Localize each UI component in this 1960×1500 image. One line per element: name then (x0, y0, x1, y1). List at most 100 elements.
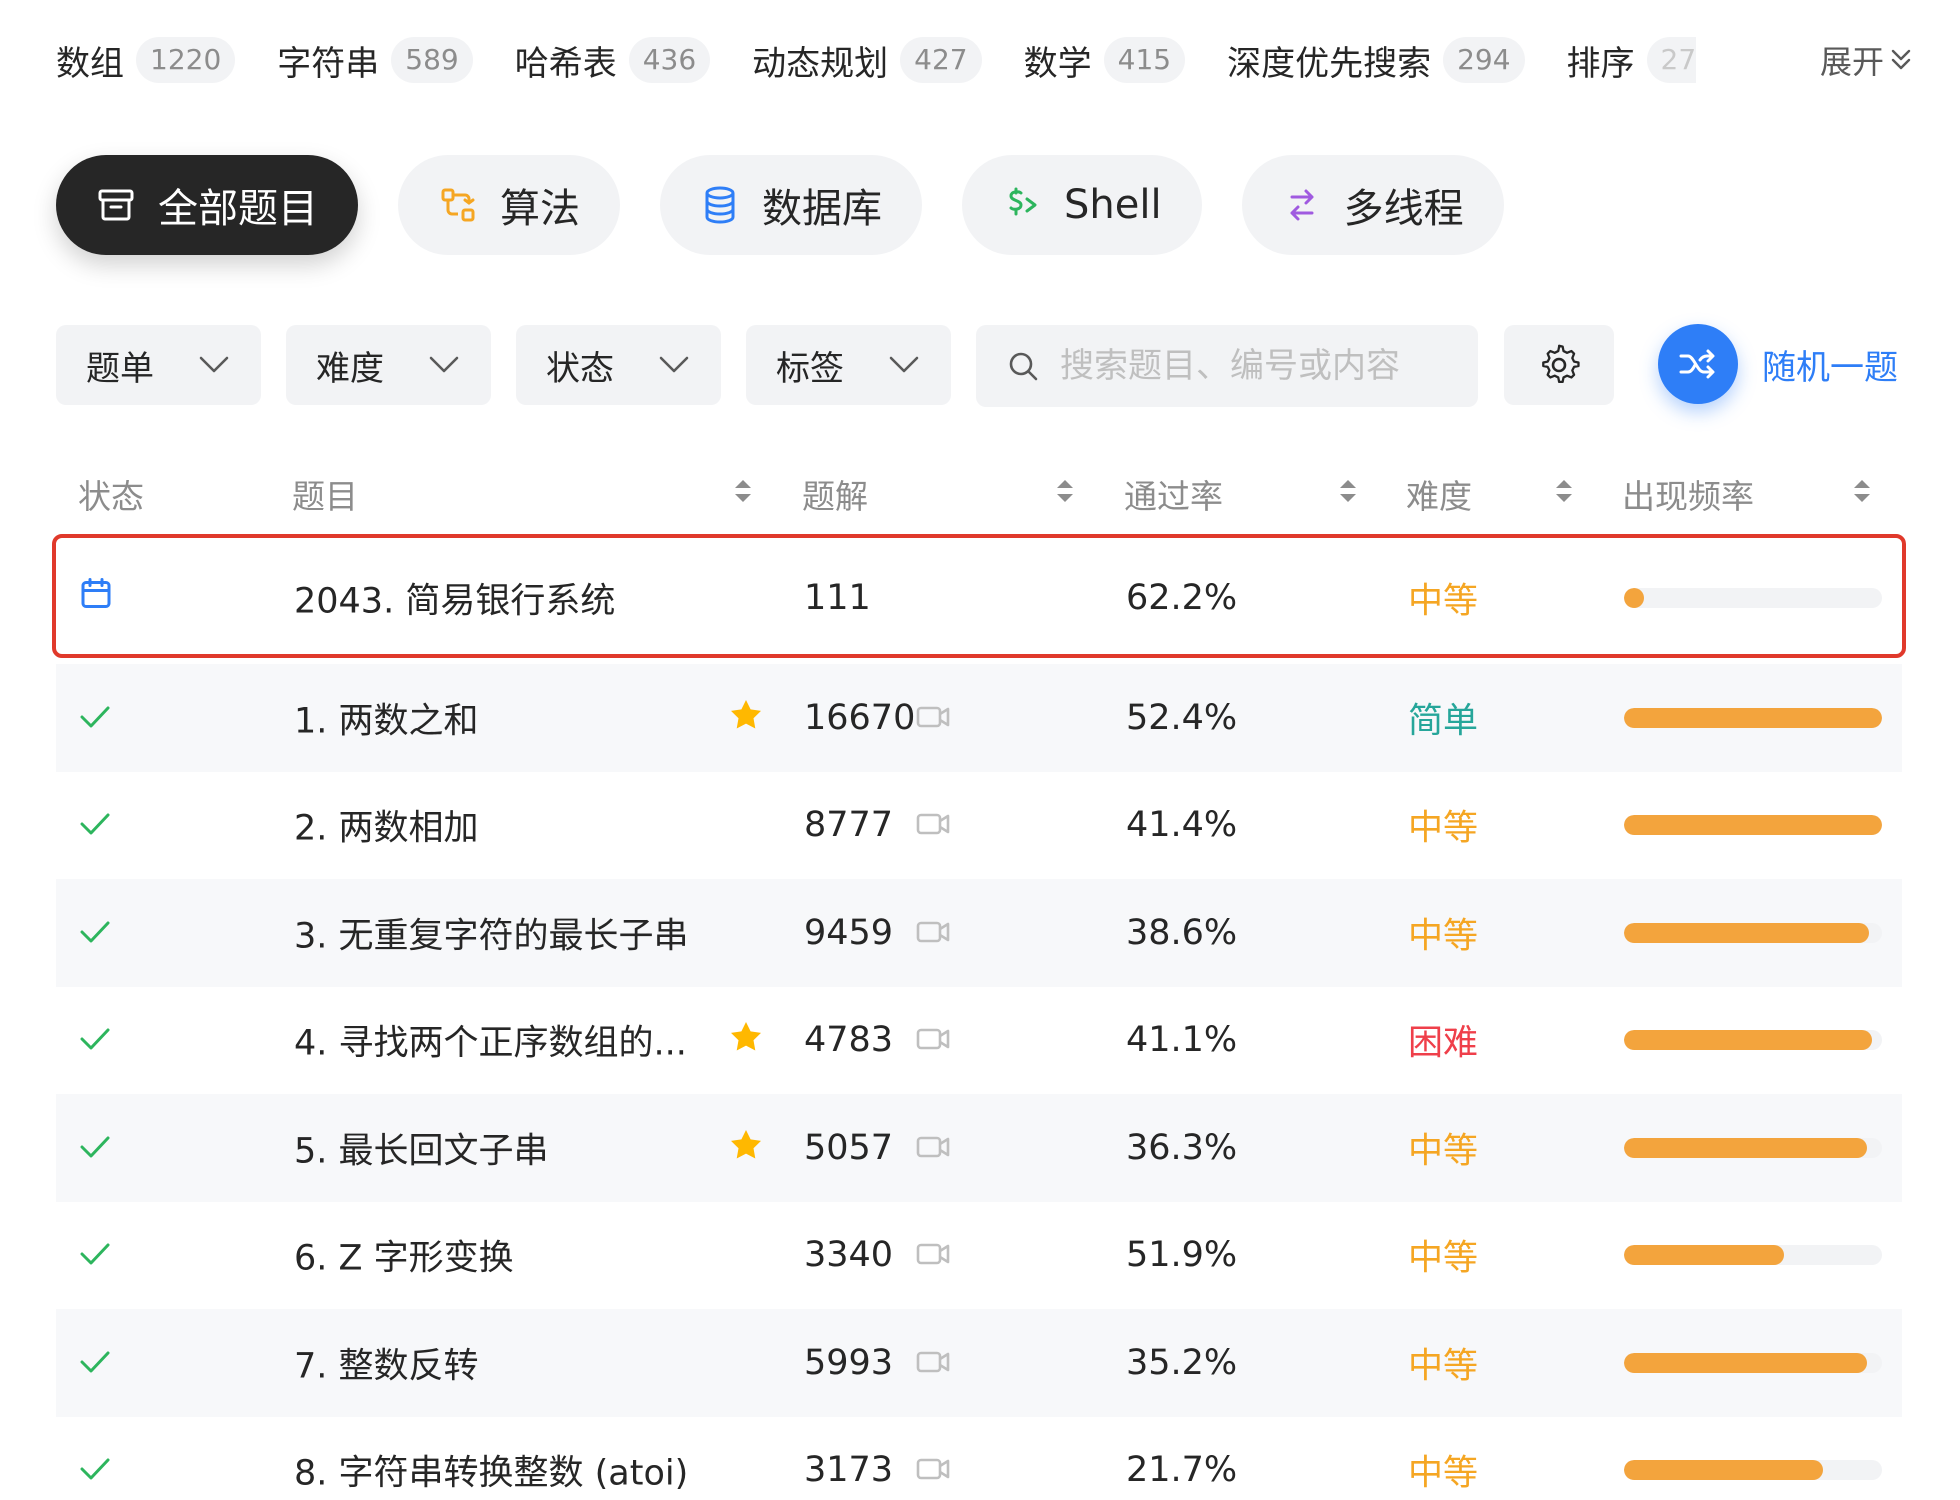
frequency-bar (1624, 1030, 1882, 1051)
table-row[interactable]: 8. 字符串转换整数 (atoi) 3173 21.7% 中等 (56, 1417, 1902, 1500)
video-icon[interactable] (916, 1128, 950, 1168)
tag-item[interactable]: 字符串 589 (277, 36, 473, 85)
acceptance-rate: 41.1% (1126, 1020, 1238, 1061)
problem-title-link[interactable]: 7. 整数反转 (294, 1337, 479, 1388)
check-icon (80, 698, 110, 738)
difficulty-label: 中等 (1408, 1346, 1479, 1387)
problem-title-link[interactable]: 2. 两数相加 (294, 800, 479, 851)
solution-count[interactable]: 111 (804, 578, 871, 618)
tag-count-badge: 436 (628, 37, 711, 83)
tag-item[interactable]: 数组 1220 (56, 36, 236, 85)
tab-all-problems[interactable]: 全部题目 (56, 155, 358, 255)
column-frequency[interactable]: 出现频率 (1622, 470, 1754, 518)
problem-title-link[interactable]: 8. 字符串转换整数 (atoi) (294, 1445, 688, 1496)
table-row[interactable]: 7. 整数反转 5993 35.2% 中等 (56, 1309, 1902, 1417)
tag-count-badge: 1220 (136, 37, 236, 83)
tag-item[interactable]: 数学 415 (1024, 36, 1186, 85)
problem-title-link[interactable]: 3. 无重复字符的最长子串 (294, 907, 689, 958)
tab-label: Shell (1064, 182, 1162, 228)
video-icon[interactable] (916, 1343, 950, 1383)
video-icon[interactable] (916, 805, 950, 845)
sort-icon[interactable] (1338, 478, 1358, 504)
acceptance-rate: 21.7% (1126, 1450, 1238, 1491)
tab-algorithms[interactable]: 算法 (398, 155, 620, 255)
table-header: 状态 题目 题解 通过率 难度 出现频率 (56, 460, 1902, 520)
difficulty-label: 中等 (1408, 581, 1479, 622)
check-icon (80, 1020, 110, 1060)
table-row[interactable]: 2043. 简易银行系统 111 62.2% 中等 (56, 536, 1902, 660)
problem-title-link[interactable]: 6. Z 字形变换 (294, 1230, 514, 1281)
table-row[interactable]: 1. 两数之和 16670 52.4% 简单 (56, 664, 1902, 772)
solution-count[interactable]: 4783 (804, 1020, 893, 1060)
video-icon[interactable] (916, 698, 950, 738)
frequency-bar-fill (1624, 1245, 1784, 1266)
column-acceptance[interactable]: 通过率 (1124, 470, 1223, 518)
tab-shell[interactable]: Shell (962, 155, 1202, 255)
tag-item[interactable]: 哈希表 436 (515, 36, 711, 85)
table-row[interactable]: 6. Z 字形变换 3340 51.9% 中等 (56, 1202, 1902, 1310)
table-row[interactable]: 2. 两数相加 8777 41.4% 中等 (56, 772, 1902, 880)
video-icon[interactable] (916, 1020, 950, 1060)
table-row[interactable]: 4. 寻找两个正序数组的... 4783 41.1% 困难 (56, 987, 1902, 1095)
chevron-down-icon (199, 356, 229, 373)
sort-icon[interactable] (733, 478, 753, 504)
tag-item[interactable]: 排序 27 (1567, 36, 1697, 85)
frequency-bar (1624, 1460, 1882, 1481)
random-problem-button[interactable]: 随机一题 (1658, 324, 1898, 404)
tags-dropdown[interactable]: 标签 (746, 325, 951, 405)
problem-title-link[interactable]: 1. 两数之和 (294, 692, 479, 743)
difficulty-dropdown[interactable]: 难度 (286, 325, 491, 405)
frequency-bar-fill (1624, 707, 1882, 728)
expand-tags-button[interactable]: 展开 (1815, 28, 1912, 92)
search-input[interactable] (1060, 346, 1460, 386)
tab-multithreading[interactable]: 多线程 (1241, 155, 1504, 255)
difficulty-label: 困难 (1408, 1023, 1479, 1064)
acceptance-rate: 52.4% (1126, 697, 1238, 738)
table-row[interactable]: 5. 最长回文子串 5057 36.3% 中等 (56, 1094, 1902, 1202)
search-box (976, 325, 1478, 407)
frequency-bar-fill (1624, 1460, 1823, 1481)
frequency-bar-fill (1624, 1030, 1872, 1051)
search-icon (1009, 352, 1038, 381)
solution-count[interactable]: 3173 (804, 1450, 893, 1490)
tag-item[interactable]: 动态规划 427 (752, 36, 982, 85)
solution-count[interactable]: 16670 (804, 698, 915, 738)
check-icon (80, 1235, 110, 1275)
solution-count[interactable]: 5993 (804, 1343, 893, 1383)
column-solutions[interactable]: 题解 (802, 470, 868, 518)
video-icon[interactable] (916, 1450, 950, 1490)
video-icon[interactable] (916, 1235, 950, 1275)
dropdown-label: 状态 (546, 348, 614, 389)
sort-icon[interactable] (1554, 478, 1574, 504)
solution-count[interactable]: 8777 (804, 805, 893, 845)
problem-title-link[interactable]: 2043. 简易银行系统 (294, 573, 615, 624)
frequency-bar-fill (1624, 815, 1882, 836)
status-dropdown[interactable]: 状态 (516, 325, 721, 405)
solution-count[interactable]: 5057 (804, 1128, 893, 1168)
solution-count[interactable]: 9459 (804, 913, 893, 953)
acceptance-rate: 38.6% (1126, 912, 1238, 953)
check-icon (80, 913, 110, 953)
sort-icon[interactable] (1852, 478, 1872, 504)
problem-title-link[interactable]: 4. 寻找两个正序数组的... (294, 1015, 687, 1066)
frequency-bar (1624, 707, 1882, 728)
solution-count[interactable]: 3340 (804, 1235, 893, 1275)
column-title[interactable]: 题目 (292, 470, 358, 518)
problem-title-link[interactable]: 5. 最长回文子串 (294, 1122, 549, 1173)
settings-button[interactable] (1504, 325, 1614, 405)
tag-item[interactable]: 深度优先搜索 294 (1227, 36, 1525, 85)
check-icon (80, 1450, 110, 1490)
archive-icon (96, 185, 136, 225)
chevron-down-icon (429, 356, 459, 373)
acceptance-rate: 35.2% (1126, 1342, 1238, 1383)
problem-list-dropdown[interactable]: 题单 (56, 325, 261, 405)
column-difficulty[interactable]: 难度 (1406, 470, 1472, 518)
video-icon[interactable] (916, 913, 950, 953)
sort-icon[interactable] (1055, 478, 1075, 504)
tab-database[interactable]: 数据库 (660, 155, 922, 255)
tag-name: 深度优先搜索 (1227, 43, 1432, 84)
table-row[interactable]: 3. 无重复字符的最长子串 9459 38.6% 中等 (56, 879, 1902, 987)
tab-label: 全部题目 (158, 186, 318, 232)
frequency-bar-fill (1624, 1352, 1867, 1373)
star-icon (730, 1128, 762, 1168)
